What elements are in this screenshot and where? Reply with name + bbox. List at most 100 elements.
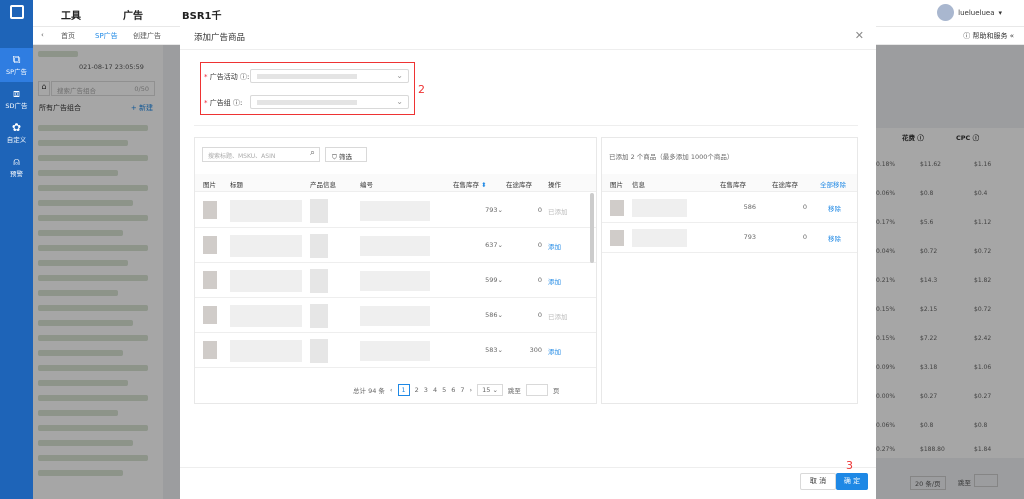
tab-tools[interactable]: 工具 — [61, 7, 81, 22]
user-menu[interactable]: luelueluea ▾ — [937, 4, 1002, 21]
column-header: 在途库存 — [772, 181, 798, 189]
page-1[interactable]: 1 — [397, 384, 410, 396]
table-row: 637⌄ 0 添加 — [195, 228, 596, 263]
blurred-sku — [360, 201, 430, 221]
chevron-down-icon: ▾ — [998, 8, 1002, 17]
product-image — [610, 200, 624, 216]
cancel-button[interactable]: 取 消 — [800, 473, 836, 490]
scrollbar[interactable] — [590, 193, 594, 263]
product-search-input[interactable]: 搜索标题、MSKU、ASIN ⌕ — [202, 147, 320, 162]
transit-value: 0 — [537, 241, 542, 249]
jump-label: 跳至 — [507, 387, 521, 395]
rail-item-alert[interactable]: ⍝ 预警 — [0, 150, 33, 184]
add-button[interactable]: 添加 — [548, 276, 561, 286]
confirm-button[interactable]: 确 定 — [836, 473, 868, 490]
rail-item-sp[interactable]: ⧉ SP广告 — [0, 48, 33, 82]
transit-value: 300 — [529, 346, 542, 354]
product-list-panel: 搜索标题、MSKU、ASIN ⌕ ⛉ 筛选 图片 标题 产品信息 编号 在售库存… — [194, 137, 597, 404]
help-link[interactable]: ⓘ 帮助和服务 « — [963, 31, 1014, 41]
add-button[interactable]: 添加 — [548, 241, 561, 251]
stock-value[interactable]: 586⌄ — [458, 311, 503, 319]
rail-item-label: 预警 — [10, 170, 23, 178]
page-suffix: 页 — [552, 387, 560, 395]
product-image — [203, 271, 217, 289]
total-count: 总计 94 条 — [353, 387, 385, 395]
page-4[interactable]: 4 — [433, 386, 437, 394]
breadcrumb-sp[interactable]: SP广告 — [95, 31, 118, 41]
sd-icon: ⧈ — [13, 87, 20, 100]
stock-value[interactable]: 637⌄ — [458, 241, 503, 249]
blurred-title — [230, 305, 302, 327]
left-rail: ⧉ SP广告 ⧈ SD广告 ✿ 自定义 ⍝ 预警 — [0, 0, 33, 499]
search-placeholder: 搜索标题、MSKU、ASIN — [208, 153, 276, 160]
help-label: 帮助和服务 — [972, 32, 1008, 40]
alert-icon: ⍝ — [13, 155, 20, 168]
breadcrumb-home[interactable]: 首页 — [61, 31, 75, 41]
prev-page-icon[interactable]: ‹ — [390, 386, 393, 394]
added-label: 已添加 — [548, 208, 568, 216]
add-products-modal: 添加广告商品 ✕ * 广告活动 ⓘ: ⌄ * 广告组 ⓘ: ⌄ 2 搜索标题、M… — [180, 22, 876, 499]
page-2[interactable]: 2 — [415, 386, 419, 394]
column-header: 操作 — [548, 181, 561, 189]
back-icon[interactable]: ‹ — [41, 31, 44, 39]
stock-value[interactable]: 599⌄ — [458, 276, 503, 284]
added-label: 已添加 — [548, 313, 568, 321]
table-row: 586⌄ 0 已添加 — [195, 298, 596, 333]
filter-icon: ⛉ — [332, 153, 337, 161]
page-3[interactable]: 3 — [424, 386, 428, 394]
annotation-2: 2 — [418, 83, 425, 96]
remove-button[interactable]: 移除 — [828, 203, 841, 213]
sp-icon: ⧉ — [12, 53, 21, 66]
close-icon[interactable]: ✕ — [855, 29, 864, 42]
filter-button[interactable]: ⛉ 筛选 — [325, 147, 367, 162]
custom-icon: ✿ — [11, 121, 22, 134]
column-header-sortable[interactable]: 在售库存 ⬍ — [453, 179, 487, 189]
selected-products-panel: 已添加 2 个商品（最多添加 1000个商品） 图片 信息 在售库存 在途库存 … — [601, 137, 858, 404]
tab-bsr[interactable]: BSR1千 — [182, 7, 221, 22]
blurred-title — [230, 270, 302, 292]
blurred-sku — [360, 341, 430, 361]
column-header: 图片 — [203, 181, 216, 189]
page-6[interactable]: 6 — [451, 386, 455, 394]
divider — [180, 49, 876, 50]
page-7[interactable]: 7 — [460, 386, 464, 394]
stock-value[interactable]: 583⌄ — [458, 346, 503, 354]
stock-number: 586 — [485, 311, 498, 319]
stock-value: 793 — [743, 233, 756, 241]
avatar — [937, 4, 955, 21]
jump-input[interactable] — [525, 384, 548, 396]
column-header-label: 在售库存 — [453, 181, 479, 189]
blurred-sku — [360, 236, 430, 256]
rail-item-sd[interactable]: ⧈ SD广告 — [0, 82, 33, 116]
stock-value[interactable]: 793⌄ — [458, 206, 503, 214]
add-button[interactable]: 添加 — [548, 346, 561, 356]
tab-ads[interactable]: 广告 — [123, 7, 143, 29]
blurred-info — [632, 229, 687, 247]
stock-number: 793 — [485, 206, 498, 214]
blurred-info — [310, 269, 328, 293]
blurred-title — [230, 340, 302, 362]
table-row: 586 0 移除 — [602, 193, 857, 223]
breadcrumb-create[interactable]: 创建广告 — [133, 31, 161, 41]
transit-value: 0 — [537, 276, 542, 284]
rail-item-label: SD广告 — [5, 102, 28, 110]
product-image — [203, 236, 217, 254]
table-row: 793⌄ 0 已添加 — [195, 193, 596, 228]
column-header: 标题 — [230, 181, 243, 189]
product-image — [203, 341, 217, 359]
rail-item-custom[interactable]: ✿ 自定义 — [0, 116, 33, 150]
search-icon[interactable]: ⌕ — [310, 148, 315, 158]
blurred-info — [632, 199, 687, 217]
sort-icon[interactable]: ⬍ — [481, 181, 486, 189]
blurred-info — [310, 339, 328, 363]
transit-value: 0 — [537, 206, 542, 214]
app-logo[interactable] — [0, 0, 33, 24]
page-size-select[interactable]: 15 ⌄ — [477, 384, 503, 396]
page-5[interactable]: 5 — [442, 386, 446, 394]
next-page-icon[interactable]: › — [470, 386, 473, 394]
blurred-info — [310, 234, 328, 258]
divider — [180, 467, 876, 468]
remove-button[interactable]: 移除 — [828, 233, 841, 243]
stock-number: 583 — [485, 346, 498, 354]
remove-all-button[interactable]: 全部移除 — [820, 179, 846, 189]
